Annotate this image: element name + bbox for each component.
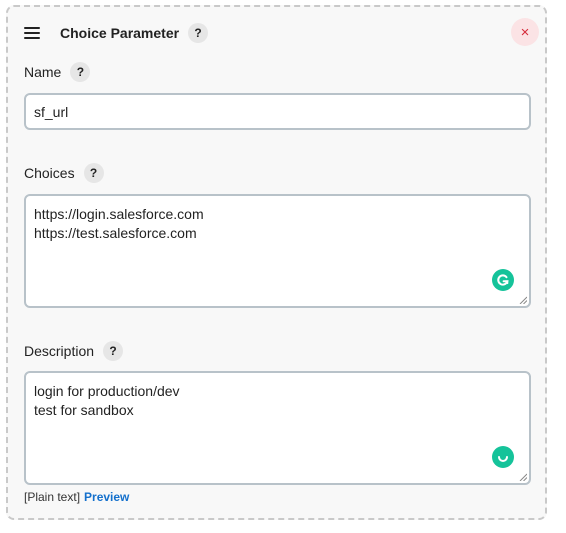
choices-label: Choices [24, 165, 75, 181]
description-label-row: Description ? [24, 341, 124, 361]
name-label: Name [24, 64, 62, 80]
grammarly-icon[interactable] [492, 269, 514, 291]
panel-title: Choice Parameter [60, 25, 180, 41]
description-label: Description [24, 343, 95, 359]
drag-handle-icon[interactable] [24, 27, 40, 39]
name-input-value: sf_url [34, 103, 69, 120]
description-line: test for sandbox [34, 402, 134, 418]
name-label-row: Name ? [24, 62, 91, 82]
choices-line: https://login.salesforce.com [34, 206, 204, 222]
name-help-icon[interactable]: ? [70, 62, 91, 82]
markup-format-note: [Plain text] Preview [24, 490, 129, 504]
resize-grip-icon[interactable] [519, 473, 527, 481]
panel-header: Choice Parameter ? [24, 21, 209, 45]
panel-help-icon[interactable]: ? [188, 23, 209, 43]
choices-line: https://test.salesforce.com [34, 225, 197, 241]
description-line: login for production/dev [34, 383, 180, 399]
plain-text-label: [Plain text] [24, 490, 81, 504]
preview-link[interactable]: Preview [84, 490, 129, 504]
description-help-icon[interactable]: ? [103, 341, 124, 361]
choice-parameter-panel: Choice Parameter ? × Name ? sf_url Choic… [6, 5, 547, 520]
choices-textarea[interactable]: https://login.salesforce.com https://tes… [24, 194, 531, 308]
description-textarea[interactable]: login for production/dev test for sandbo… [24, 371, 531, 485]
choices-label-row: Choices ? [24, 163, 104, 183]
name-input[interactable]: sf_url [24, 93, 531, 130]
close-button[interactable]: × [511, 18, 539, 46]
choices-help-icon[interactable]: ? [83, 163, 104, 183]
resize-grip-icon[interactable] [519, 296, 527, 304]
grammarly-loading-icon[interactable] [492, 446, 514, 468]
